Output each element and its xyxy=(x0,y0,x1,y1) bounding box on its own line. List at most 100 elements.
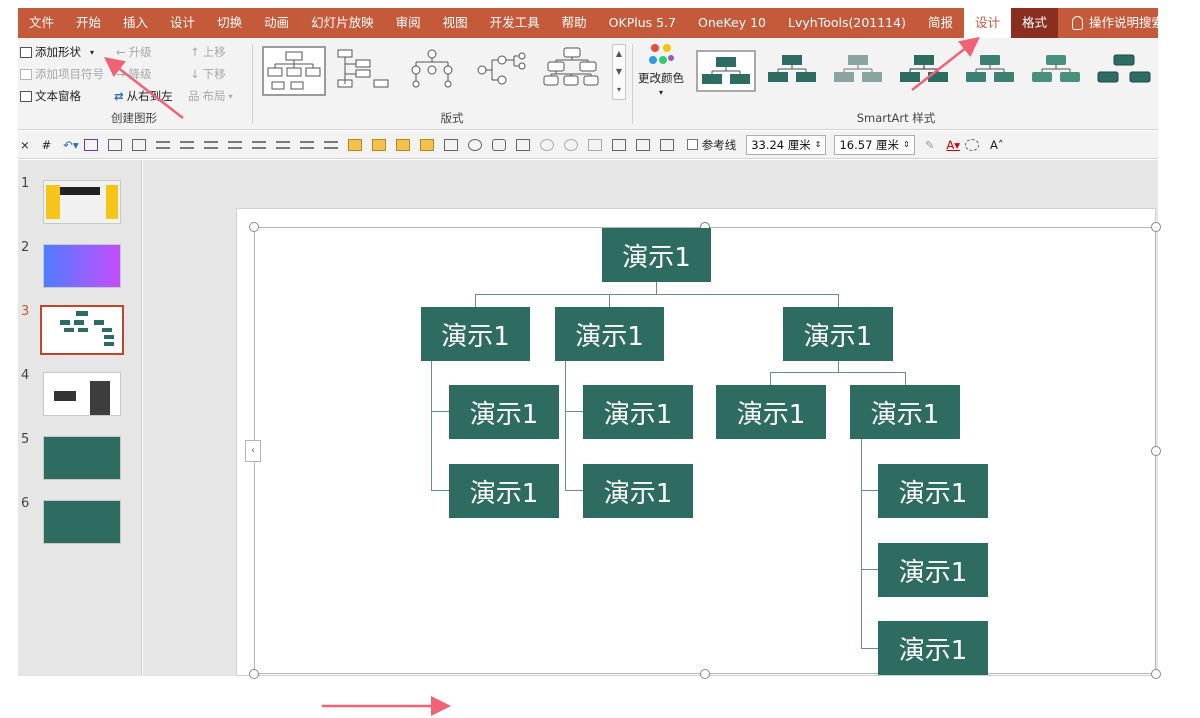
tab-smartart-format[interactable]: 格式 xyxy=(1011,8,1059,38)
promote-button[interactable]: ← 升级 xyxy=(116,44,152,60)
outline-icon[interactable] xyxy=(563,138,578,151)
layout-labeled-hierarchy[interactable] xyxy=(542,46,606,96)
org-node-b3-child-1[interactable]: 演示1 xyxy=(716,385,826,439)
slide-thumbnail-6[interactable] xyxy=(43,500,121,544)
layout-org-chart[interactable] xyxy=(262,46,326,96)
change-colors-button[interactable]: 更改颜色 ▾ xyxy=(638,42,684,97)
format-painter-icon[interactable] xyxy=(131,138,146,151)
demote-button[interactable]: → 降级 xyxy=(116,66,152,82)
tab-transitions[interactable]: 切换 xyxy=(206,8,253,38)
spinner-icon[interactable]: ⇕ xyxy=(903,140,910,149)
tab-slideshow[interactable]: 幻灯片放映 xyxy=(300,8,385,38)
crop-icon[interactable] xyxy=(635,138,650,151)
rounded-rect-icon[interactable] xyxy=(491,138,506,151)
org-node-b1-child-1[interactable]: 演示1 xyxy=(449,385,559,439)
spinner-icon[interactable]: ⇕ xyxy=(815,140,822,149)
org-node-branch-1[interactable]: 演示1 xyxy=(421,307,530,361)
tab-okplus[interactable]: OKPlus 5.7 xyxy=(598,8,687,38)
smartart-style-7[interactable] xyxy=(1094,50,1158,92)
align-top-icon[interactable] xyxy=(227,140,242,149)
effects-icon[interactable] xyxy=(587,138,602,151)
gallery-more-icon[interactable]: ▾ xyxy=(613,81,625,99)
slide-thumbnail-4[interactable] xyxy=(43,372,121,416)
tab-smartart-design[interactable]: 设计 xyxy=(963,8,1011,38)
fill-icon[interactable] xyxy=(539,138,554,151)
layout-circle-hierarchy[interactable] xyxy=(402,46,466,96)
resize-handle[interactable] xyxy=(1151,446,1161,456)
pin-icon[interactable]: ✎ xyxy=(925,138,935,152)
align-center-icon[interactable] xyxy=(251,140,266,149)
save-icon[interactable] xyxy=(83,138,98,151)
layout-horizontal-hierarchy[interactable] xyxy=(472,46,536,96)
org-node-b3c2-child-2[interactable]: 演示1 xyxy=(878,543,988,597)
org-node-branch-2[interactable]: 演示1 xyxy=(555,307,664,361)
tab-animations[interactable]: 动画 xyxy=(253,8,300,38)
tab-briefing[interactable]: 简报 xyxy=(917,8,964,38)
ellipse-icon[interactable] xyxy=(467,138,482,151)
tab-home[interactable]: 开始 xyxy=(65,8,112,38)
layouts-gallery-scroll[interactable]: ▲ ▼ ▾ xyxy=(612,44,626,100)
resize-handle[interactable] xyxy=(700,669,710,679)
align-middle-icon[interactable] xyxy=(275,140,290,149)
layout-button[interactable]: 品 布局 ▾ xyxy=(188,88,233,104)
ungroup-icon[interactable] xyxy=(419,138,434,151)
scroll-down-icon[interactable]: ▼ xyxy=(613,63,625,81)
guides-checkbox[interactable] xyxy=(686,139,698,150)
smartart-style-4[interactable] xyxy=(896,50,956,92)
align-right-icon[interactable] xyxy=(179,140,194,149)
text-pane-button[interactable]: 文本窗格 xyxy=(20,88,81,104)
org-node-b3-child-2[interactable]: 演示1 xyxy=(850,385,960,439)
add-bullet-button[interactable]: 添加项目符号 xyxy=(20,66,104,82)
org-node-b1-child-2[interactable]: 演示1 xyxy=(449,464,559,518)
shape-width-field[interactable]: 33.24 厘米 ⇕ xyxy=(746,134,827,155)
help-search[interactable]: 操作说明搜索 xyxy=(1058,8,1175,38)
group-icon[interactable] xyxy=(395,138,410,151)
undo-icon[interactable]: ↶▾ xyxy=(63,138,78,152)
tab-insert[interactable]: 插入 xyxy=(112,8,159,38)
org-node-branch-3[interactable]: 演示1 xyxy=(783,307,893,361)
move-down-button[interactable]: ↓ 下移 xyxy=(190,66,226,82)
tab-review[interactable]: 审阅 xyxy=(385,8,432,38)
org-node-b3c2-child-1[interactable]: 演示1 xyxy=(878,464,988,518)
smartart-style-2[interactable] xyxy=(764,50,824,92)
slide-thumbnail-3[interactable] xyxy=(40,305,124,355)
text-pane-toggle[interactable]: ‹ xyxy=(245,440,261,462)
tab-view[interactable]: 视图 xyxy=(432,8,479,38)
shape-height-field[interactable]: 16.57 厘米 ⇕ xyxy=(834,134,915,155)
distribute-horizontal-icon[interactable] xyxy=(323,140,338,149)
slide-thumbnail-1[interactable] xyxy=(43,180,121,224)
tab-onekey[interactable]: OneKey 10 xyxy=(687,8,777,38)
align-bottom-icon[interactable] xyxy=(203,140,218,149)
rectangle-icon[interactable] xyxy=(443,138,458,151)
slide-thumbnail-5[interactable] xyxy=(43,436,121,480)
shapes-icon[interactable] xyxy=(515,138,530,151)
grid-icon[interactable]: # xyxy=(42,138,52,152)
resize-handle[interactable] xyxy=(249,222,259,232)
bring-forward-icon[interactable] xyxy=(347,138,362,151)
org-node-b2-child-2[interactable]: 演示1 xyxy=(583,464,693,518)
move-up-button[interactable]: ↑ 上移 xyxy=(190,44,226,60)
distribute-vertical-icon[interactable] xyxy=(299,140,314,149)
layout-hierarchy[interactable] xyxy=(332,46,396,96)
org-node-b2-child-1[interactable]: 演示1 xyxy=(583,385,693,439)
tab-file[interactable]: 文件 xyxy=(18,8,65,38)
table-icon[interactable] xyxy=(659,138,674,151)
send-backward-icon[interactable] xyxy=(371,138,386,151)
tab-lvyhtools[interactable]: LvyhTools(201114) xyxy=(777,8,917,38)
resize-handle[interactable] xyxy=(1151,222,1161,232)
add-shape-button[interactable]: 添加形状 ▾ xyxy=(20,44,94,60)
close-icon[interactable]: × xyxy=(20,138,30,152)
align-left-icon[interactable] xyxy=(155,140,170,149)
font-grow-icon[interactable]: A˄ xyxy=(990,138,1004,152)
tab-help[interactable]: 帮助 xyxy=(551,8,598,38)
font-color-icon[interactable]: A▾ xyxy=(946,138,960,152)
tab-design[interactable]: 设计 xyxy=(159,8,206,38)
tab-developer[interactable]: 开发工具 xyxy=(479,8,551,38)
resize-handle[interactable] xyxy=(249,669,259,679)
smartart-style-5[interactable] xyxy=(962,50,1022,92)
smartart-style-3[interactable] xyxy=(830,50,890,92)
org-node-b3c2-child-3[interactable]: 演示1 xyxy=(878,621,988,675)
lasso-icon[interactable] xyxy=(965,138,980,151)
selection-pane-icon[interactable] xyxy=(611,138,626,151)
smartart-style-1[interactable] xyxy=(696,50,756,92)
